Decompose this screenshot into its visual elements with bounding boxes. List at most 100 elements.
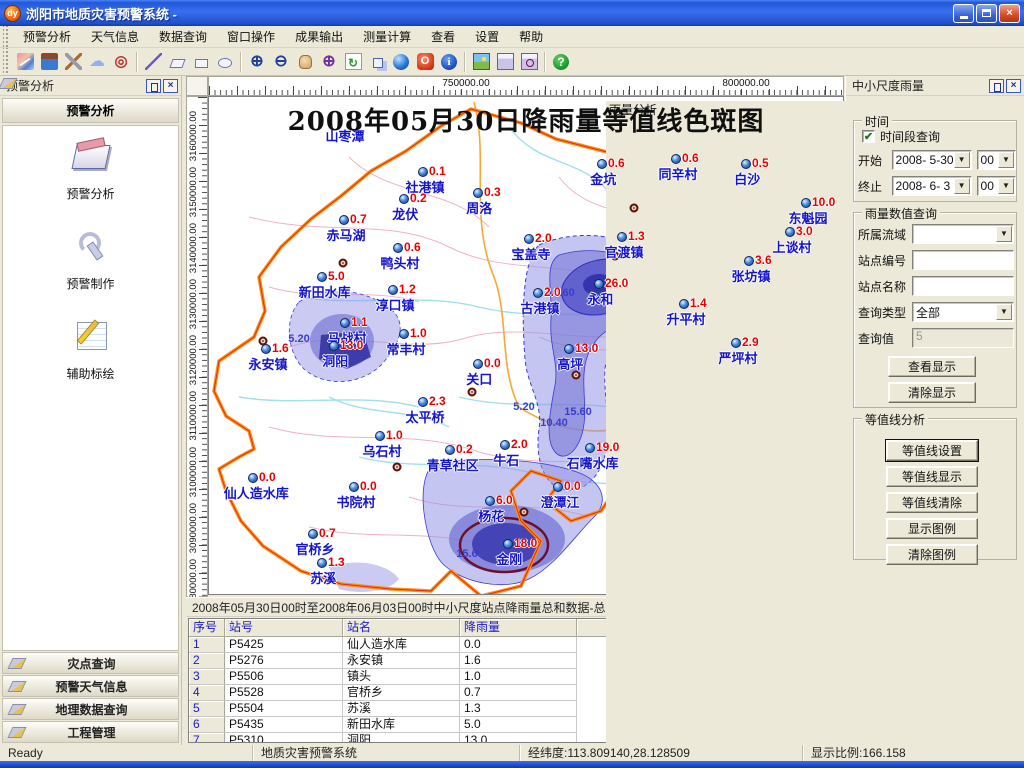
query-type-dropdown-icon[interactable] (996, 304, 1012, 320)
query-type-label: 查询类型 (858, 304, 912, 321)
station-rainfall-value: 2.0 (544, 285, 561, 299)
clear-display-button[interactable]: 清除显示 (888, 382, 976, 403)
ellipse-tool-button[interactable] (213, 50, 237, 74)
query-type-combo[interactable]: 全部 (912, 302, 1014, 322)
station-dot-icon (473, 188, 483, 198)
zoom-in-button[interactable] (245, 50, 269, 74)
print-button[interactable] (493, 50, 517, 74)
menu-item-2[interactable]: 数据查询 (149, 27, 217, 47)
menu-item-7[interactable]: 设置 (465, 27, 509, 47)
menu-item-8[interactable]: 帮助 (509, 27, 553, 47)
start-hour-combo[interactable]: 00 (977, 150, 1016, 170)
sidebar-group-header[interactable]: 预警分析 (2, 98, 179, 123)
station-dot-icon (585, 443, 595, 453)
station-name-label: 古港镇 (520, 298, 559, 317)
column-header[interactable]: 站名 (343, 619, 460, 637)
rain-panel-close-icon[interactable] (1006, 79, 1021, 93)
station-name-label: 书院村 (336, 492, 375, 511)
station-name-input[interactable] (912, 276, 1014, 296)
view-display-button[interactable]: 查看显示 (888, 356, 976, 377)
end-hour-combo[interactable]: 00 (977, 176, 1016, 196)
station-dot-icon (671, 154, 681, 164)
start-date-dropdown-icon[interactable] (954, 152, 970, 168)
sidebar-item-1[interactable]: 预警制作 (3, 226, 178, 292)
minimize-button[interactable] (953, 4, 974, 23)
sidebar-group-2[interactable]: 地理数据查询 (2, 698, 179, 720)
copy-layers-button[interactable] (365, 50, 389, 74)
rectangle-tool-button[interactable] (189, 50, 213, 74)
station-rainfall-value: 1.0 (386, 428, 403, 442)
column-header[interactable]: 序号 (189, 619, 225, 637)
image-button[interactable] (469, 50, 493, 74)
table-cell: 7 (189, 733, 225, 742)
close-button[interactable]: × (999, 4, 1020, 23)
table-cell: 5 (189, 701, 225, 717)
wrench-icon (71, 226, 111, 264)
station-rainfall-value: 5.0 (328, 269, 345, 283)
zoom-out-button[interactable] (269, 50, 293, 74)
menu-item-4[interactable]: 成果输出 (285, 27, 353, 47)
contour-button-4[interactable]: 清除图例 (886, 544, 978, 565)
station-dot-icon (553, 482, 563, 492)
station-id-input[interactable] (912, 250, 1014, 270)
toolbar-separator (544, 52, 546, 72)
start-hour-dropdown-icon[interactable] (998, 152, 1014, 168)
polygon-tool-button[interactable] (165, 50, 189, 74)
sidebar-item-2[interactable]: 辅助标绘 (3, 316, 178, 382)
basin-combo[interactable] (912, 224, 1014, 244)
line-tool-button[interactable] (141, 50, 165, 74)
sidebar-group-3[interactable]: 工程管理 (2, 721, 179, 743)
contour-button-2[interactable]: 等值线清除 (886, 492, 978, 513)
hammer-button[interactable] (61, 50, 85, 74)
print-preview-button[interactable] (517, 50, 541, 74)
sidebar-close-icon[interactable] (163, 79, 178, 93)
column-header[interactable]: 降雨量 (460, 619, 577, 637)
start-date-combo[interactable]: 2008- 5-30 (892, 150, 972, 170)
menu-item-3[interactable]: 窗口操作 (217, 27, 285, 47)
rain-panel-pin-icon[interactable] (989, 79, 1004, 93)
table-cell: 1.6 (460, 653, 577, 669)
toolbar-grip-icon[interactable] (3, 48, 10, 75)
end-date-combo[interactable]: 2008- 6- 3 (892, 176, 972, 196)
zoom-window-button[interactable] (317, 50, 341, 74)
refresh-button[interactable] (341, 50, 365, 74)
stop-button[interactable] (413, 50, 437, 74)
end-date-dropdown-icon[interactable] (954, 178, 970, 194)
contour-button-3[interactable]: 显示图例 (886, 518, 978, 539)
station-name-label: 严坪村 (718, 348, 757, 367)
station-dot-icon (418, 397, 428, 407)
maximize-button[interactable] (976, 4, 997, 23)
globe-button[interactable] (389, 50, 413, 74)
sidebar-pin-icon[interactable] (146, 79, 161, 93)
target-button[interactable] (109, 50, 133, 74)
cloud-icon (89, 53, 106, 70)
menu-item-0[interactable]: 预警分析 (13, 27, 81, 47)
pan-hand-button[interactable] (293, 50, 317, 74)
end-hour-dropdown-icon[interactable] (998, 178, 1014, 194)
brush-icon (9, 656, 25, 670)
sidebar-title: 预警分析 (6, 77, 144, 94)
basin-row: 所属流域 (858, 224, 1014, 244)
station-rainfall-value: 13.0 (575, 341, 598, 355)
menubar-grip-icon[interactable] (3, 26, 10, 47)
globe-icon (393, 54, 409, 70)
basin-dropdown-icon[interactable] (996, 226, 1012, 242)
menu-item-6[interactable]: 查看 (421, 27, 465, 47)
station-name-label: 澄潭江 (540, 492, 579, 511)
menu-item-5[interactable]: 测量计算 (353, 27, 421, 47)
end-time-row: 终止 2008- 6- 3 00 (858, 176, 1016, 196)
sidebar-group-1[interactable]: 预警天气信息 (2, 675, 179, 697)
help-button[interactable] (549, 50, 573, 74)
contour-button-1[interactable]: 等值线显示 (886, 466, 978, 487)
info-button[interactable] (437, 50, 461, 74)
sidebar-group-0[interactable]: 灾点查询 (2, 652, 179, 674)
time-range-checkbox[interactable]: ✔ (862, 130, 875, 143)
satellite-dish-button[interactable] (13, 50, 37, 74)
flood-tool-button[interactable] (37, 50, 61, 74)
start-time-row: 开始 2008- 5-30 00 (858, 150, 1016, 170)
cloud-button[interactable] (85, 50, 109, 74)
sidebar-item-0[interactable]: 预警分析 (3, 136, 178, 202)
column-header[interactable]: 站号 (225, 619, 343, 637)
contour-button-0[interactable]: 等值线设置 (886, 440, 978, 461)
menu-item-1[interactable]: 天气信息 (81, 27, 149, 47)
